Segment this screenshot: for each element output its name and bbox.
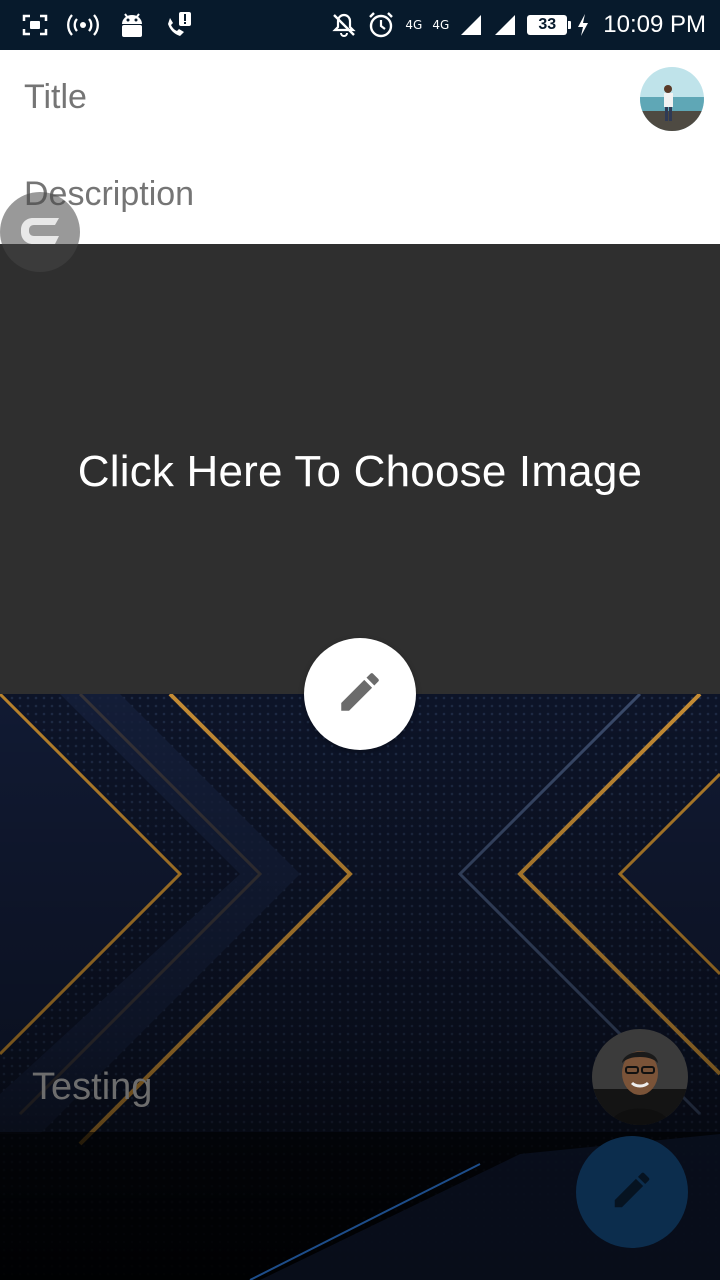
clock: 10:09 PM (603, 11, 706, 38)
status-bar-left (22, 10, 194, 40)
screenshot-icon (22, 14, 48, 36)
call-alert-icon (164, 10, 194, 40)
edit-note-fab[interactable] (576, 1136, 688, 1248)
charging-icon (577, 13, 589, 37)
pencil-icon (609, 1167, 655, 1218)
android-icon (118, 12, 146, 38)
network-label-1: 4G (405, 18, 423, 32)
signal-icon (459, 13, 483, 37)
alarm-icon (367, 11, 395, 39)
network-label-2: 4G (432, 18, 450, 32)
edit-image-button[interactable] (304, 638, 416, 750)
status-bar-right: 4G 4G 33 10:09 PM (331, 11, 706, 39)
note-card-title: Testing (32, 1066, 153, 1108)
status-bar: 4G 4G 33 10:09 PM (0, 0, 720, 50)
note-form (0, 50, 720, 244)
floating-app-bubble[interactable] (0, 192, 80, 272)
pencil-icon (335, 667, 385, 722)
signal-icon-2 (493, 13, 517, 37)
mute-icon (331, 12, 357, 38)
note-author-avatar[interactable] (592, 1029, 688, 1125)
hotspot-icon (66, 14, 100, 36)
choose-image-label: Click Here To Choose Image (77, 447, 643, 496)
description-input[interactable] (24, 175, 624, 214)
title-input[interactable] (24, 78, 584, 117)
choose-image-area[interactable]: Click Here To Choose Image (0, 244, 720, 694)
battery-icon: 33 (527, 15, 572, 35)
profile-avatar[interactable] (640, 67, 704, 131)
